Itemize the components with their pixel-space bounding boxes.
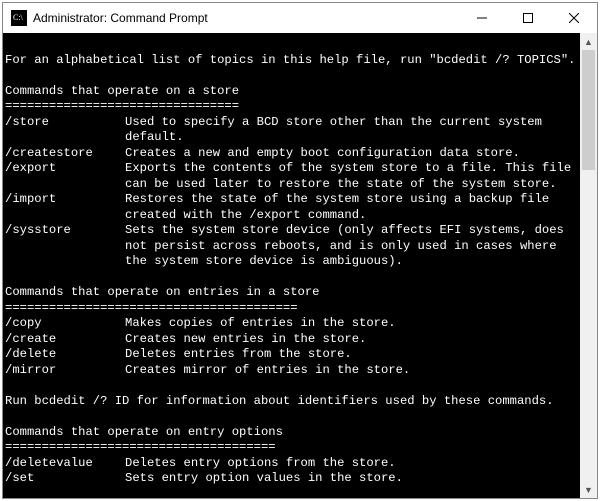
scroll-thumb[interactable] (582, 50, 595, 170)
command-desc: Creates mirror of entries in the store. (125, 363, 576, 379)
maximize-button[interactable] (505, 3, 551, 33)
command-name: /delete (5, 347, 125, 363)
terminal-output[interactable]: For an alphabetical list of topics in th… (3, 33, 580, 498)
cmd-icon: C:\ (11, 10, 27, 26)
titlebar[interactable]: C:\ Administrator: Command Prompt (3, 3, 597, 33)
command-desc: Exports the contents of the system store… (125, 161, 576, 177)
scroll-up-arrow[interactable]: ▲ (580, 33, 597, 50)
window: C:\ Administrator: Command Prompt For an… (2, 2, 598, 499)
command-desc: Makes copies of entries in the store. (125, 316, 576, 332)
command-name: /store (5, 115, 125, 146)
command-name: /set (5, 471, 125, 487)
window-title: Administrator: Command Prompt (33, 11, 459, 25)
command-name: /create (5, 332, 125, 348)
command-name: /copy (5, 316, 125, 332)
command-desc: Creates a new and empty boot configurati… (125, 146, 576, 162)
command-desc: Deletes entries from the store. (125, 347, 576, 363)
command-desc: Restores the state of the system store u… (125, 192, 576, 208)
window-controls (459, 3, 597, 33)
command-desc: Sets the system store device (only affec… (125, 223, 576, 239)
svg-text:C:\: C:\ (13, 13, 24, 22)
command-name: /import (5, 192, 125, 208)
scroll-track[interactable] (580, 50, 597, 481)
command-name: /export (5, 161, 125, 177)
command-name: /sysstore (5, 223, 125, 239)
minimize-button[interactable] (459, 3, 505, 33)
content-area: For an alphabetical list of topics in th… (3, 33, 597, 498)
command-desc: Creates new entries in the store. (125, 332, 576, 348)
command-desc: Sets entry option values in the store. (125, 471, 576, 487)
command-name: /deletevalue (5, 456, 125, 472)
vertical-scrollbar[interactable]: ▲ ▼ (580, 33, 597, 498)
close-button[interactable] (551, 3, 597, 33)
command-desc: Deletes entry options from the store. (125, 456, 576, 472)
command-name: /mirror (5, 363, 125, 379)
scroll-down-arrow[interactable]: ▼ (580, 481, 597, 498)
command-desc: Used to specify a BCD store other than t… (125, 115, 576, 146)
command-name: /createstore (5, 146, 125, 162)
